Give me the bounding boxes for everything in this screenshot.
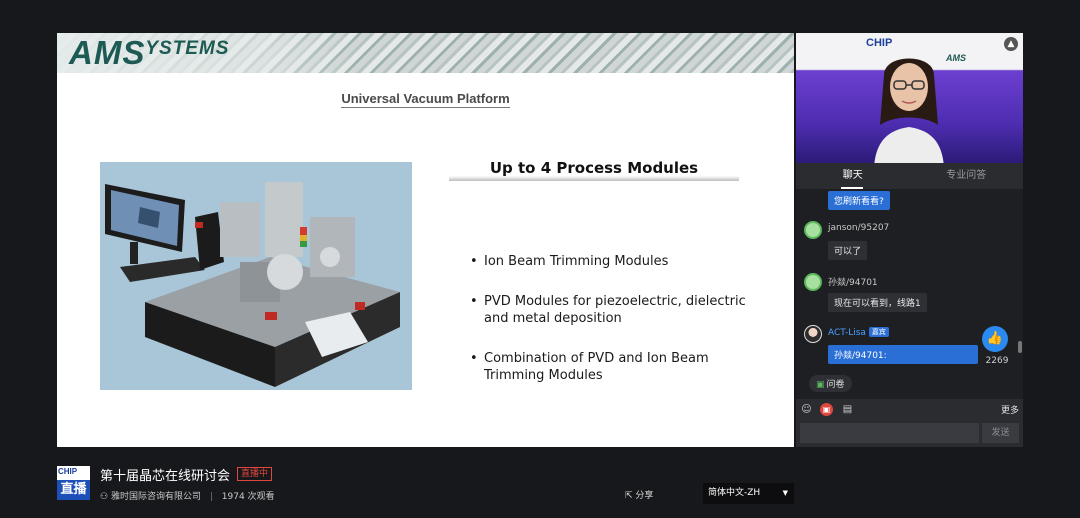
organizer-info: ⚇ 雅时国际咨询有限公司 | 1974 次观看 [100,489,275,502]
bullet-item: PVD Modules for piezoelectric, dielectri… [470,293,760,327]
message-bubble: 现在可以看到，线路1 [828,293,927,312]
emoji-icon[interactable]: ☺ [800,403,813,416]
send-button[interactable]: 发送 [982,423,1019,443]
speaker-video[interactable]: CHIP AMS ▲ [796,33,1023,163]
bullet-item: Combination of PVD and Ion Beam Trimming… [470,350,760,384]
more-button[interactable]: 更多 [1001,403,1019,416]
event-title: 第十届晶芯在线研讨会 [100,469,231,484]
chat-input[interactable] [800,423,979,443]
tab-professional-qa[interactable]: 专业问答 [910,163,1024,189]
ams-systems-logo: AMS YSTEMS [69,34,230,71]
user-avatar [804,221,822,239]
message-username: ACT-Lisa 嘉宾 [828,327,889,338]
like-count: 2269 [985,356,1009,366]
bullet-item: Ion Beam Trimming Modules [470,253,760,270]
chat-scrollbar[interactable] [1016,189,1023,367]
share-button[interactable]: ⇱ 分享 [625,488,653,501]
message-username: 孙燚/94701 [828,278,878,288]
presentation-slide: AMS YSTEMS Universal Vacuum Platform Up … [57,33,794,447]
bullet-list: Ion Beam Trimming Modules PVD Modules fo… [470,253,760,407]
chevron-up-icon[interactable]: ▲ [1004,37,1018,51]
user-avatar [804,325,822,343]
gift-icon[interactable]: ▣ [820,403,833,416]
message-bubble: 您刷新看看? [828,191,890,210]
share-icon: ⇱ [625,491,633,501]
guest-badge: 嘉宾 [868,327,889,337]
heading-divider [449,176,739,181]
chat-toolbar: ☺ ▣ ▤ 更多 [796,399,1023,421]
speaker-figure [874,58,944,163]
tab-chat[interactable]: 聊天 [796,163,910,189]
document-icon[interactable]: ▤ [841,403,854,416]
message-username: janson/95207 [828,223,890,233]
user-icon: ⚇ [100,492,109,502]
live-status-badge: 直播中 [237,467,273,481]
slide-title: Universal Vacuum Platform [341,91,510,108]
thumbs-up-icon[interactable]: 👍 [982,326,1008,352]
divider: | [209,492,213,502]
survey-button[interactable]: ▣ 问卷 [809,375,852,392]
modules-heading: Up to 4 Process Modules [489,159,699,177]
viewer-count: 1974 次观看 [221,492,275,502]
organizer-name: 雅时国际咨询有限公司 [110,492,201,502]
message-bubble: 可以了 [828,241,868,260]
chat-tabs: 聊天 专业问答 [796,163,1023,189]
survey-icon: ▣ [816,380,825,390]
user-avatar [804,273,822,291]
caret-down-icon: ▼ [782,489,788,497]
message-bubble: 孙燚/94701: [828,345,978,364]
vacuum-platform-photo [100,162,412,390]
chip-live-logo: CHIP 直播 [57,466,90,500]
language-select[interactable]: 简体中文-ZH ▼ [703,483,794,504]
